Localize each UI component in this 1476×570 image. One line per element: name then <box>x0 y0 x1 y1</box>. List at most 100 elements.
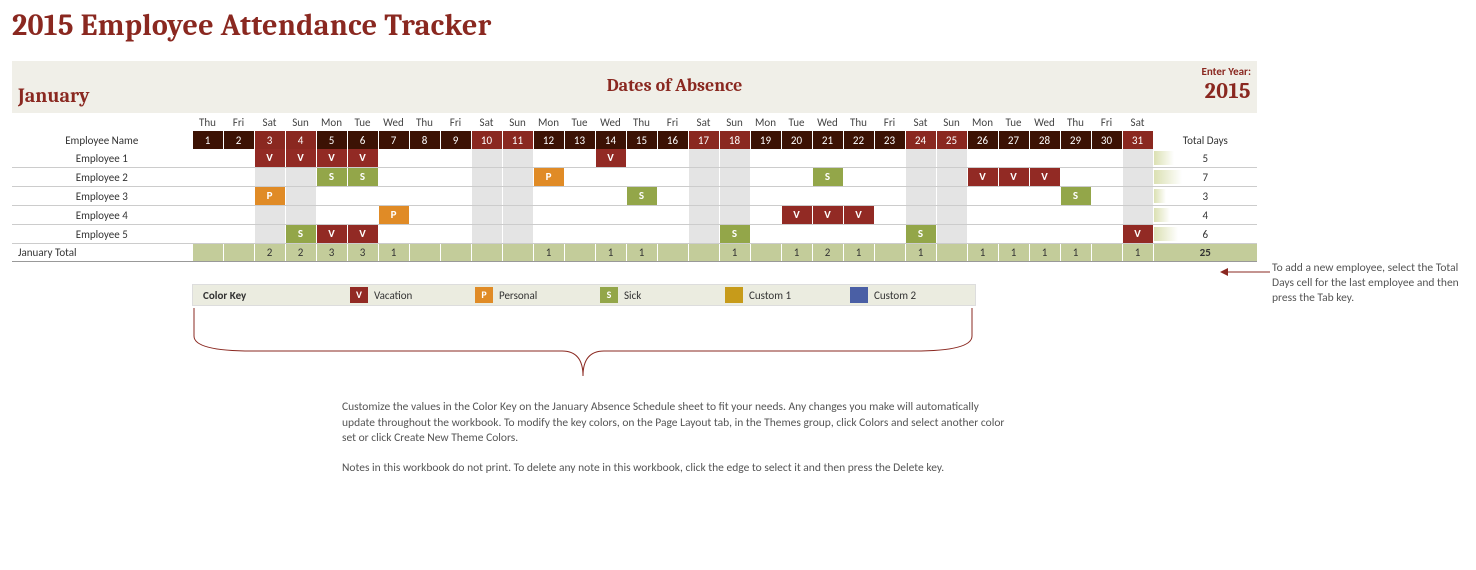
absence-cell[interactable] <box>781 225 812 244</box>
absence-cell[interactable] <box>967 149 998 168</box>
absence-cell[interactable]: P <box>254 187 285 206</box>
absence-cell[interactable]: S <box>1060 187 1091 206</box>
absence-cell[interactable] <box>688 187 719 206</box>
absence-cell[interactable] <box>471 206 502 225</box>
employee-name-cell[interactable]: Employee 5 <box>12 225 192 244</box>
absence-cell[interactable] <box>626 168 657 187</box>
absence-cell[interactable] <box>223 168 254 187</box>
absence-cell[interactable] <box>874 187 905 206</box>
absence-cell[interactable] <box>750 187 781 206</box>
total-days-cell[interactable]: 6 <box>1153 225 1257 244</box>
absence-cell[interactable]: S <box>285 225 316 244</box>
absence-cell[interactable] <box>192 206 223 225</box>
absence-cell[interactable] <box>1122 206 1153 225</box>
total-days-cell[interactable]: 3 <box>1153 187 1257 206</box>
absence-cell[interactable] <box>1029 149 1060 168</box>
absence-cell[interactable] <box>595 187 626 206</box>
absence-cell[interactable] <box>409 168 440 187</box>
absence-cell[interactable] <box>502 187 533 206</box>
absence-cell[interactable] <box>378 187 409 206</box>
absence-cell[interactable]: V <box>812 206 843 225</box>
absence-cell[interactable] <box>471 187 502 206</box>
absence-cell[interactable] <box>874 168 905 187</box>
absence-cell[interactable] <box>967 187 998 206</box>
absence-cell[interactable] <box>874 225 905 244</box>
absence-cell[interactable]: V <box>1122 225 1153 244</box>
absence-cell[interactable] <box>502 206 533 225</box>
absence-cell[interactable] <box>719 149 750 168</box>
absence-cell[interactable] <box>440 206 471 225</box>
absence-cell[interactable] <box>719 168 750 187</box>
absence-cell[interactable] <box>409 187 440 206</box>
absence-cell[interactable] <box>1060 149 1091 168</box>
absence-cell[interactable] <box>1122 149 1153 168</box>
absence-cell[interactable] <box>440 225 471 244</box>
absence-cell[interactable] <box>843 225 874 244</box>
absence-cell[interactable]: V <box>998 168 1029 187</box>
absence-cell[interactable] <box>1091 149 1122 168</box>
total-days-cell[interactable]: 4 <box>1153 206 1257 225</box>
absence-cell[interactable] <box>409 149 440 168</box>
total-days-cell[interactable]: 7 <box>1153 168 1257 187</box>
absence-cell[interactable] <box>657 149 688 168</box>
absence-cell[interactable] <box>378 168 409 187</box>
absence-cell[interactable] <box>1091 187 1122 206</box>
absence-cell[interactable] <box>533 187 564 206</box>
absence-cell[interactable] <box>564 187 595 206</box>
absence-cell[interactable] <box>316 206 347 225</box>
absence-cell[interactable] <box>564 206 595 225</box>
absence-cell[interactable] <box>192 168 223 187</box>
absence-cell[interactable]: V <box>316 149 347 168</box>
absence-cell[interactable] <box>657 206 688 225</box>
absence-cell[interactable] <box>533 149 564 168</box>
absence-cell[interactable]: P <box>378 206 409 225</box>
absence-cell[interactable] <box>688 225 719 244</box>
absence-cell[interactable] <box>843 187 874 206</box>
absence-cell[interactable] <box>254 206 285 225</box>
absence-cell[interactable] <box>905 168 936 187</box>
absence-cell[interactable] <box>688 206 719 225</box>
absence-cell[interactable] <box>843 168 874 187</box>
absence-cell[interactable]: S <box>316 168 347 187</box>
absence-cell[interactable] <box>905 149 936 168</box>
absence-cell[interactable] <box>998 187 1029 206</box>
total-days-cell[interactable]: 5 <box>1153 149 1257 168</box>
absence-cell[interactable] <box>936 187 967 206</box>
absence-cell[interactable] <box>843 149 874 168</box>
absence-cell[interactable] <box>657 225 688 244</box>
year-value[interactable]: 2015 <box>1201 78 1251 104</box>
absence-cell[interactable] <box>254 168 285 187</box>
attendance-table[interactable]: ThuFriSatSunMonTueWedThuFriSatSunMonTueW… <box>12 113 1257 262</box>
employee-name-cell[interactable]: Employee 2 <box>12 168 192 187</box>
absence-cell[interactable] <box>998 206 1029 225</box>
absence-cell[interactable] <box>502 225 533 244</box>
absence-cell[interactable] <box>1060 225 1091 244</box>
employee-name-cell[interactable]: Employee 4 <box>12 206 192 225</box>
absence-cell[interactable] <box>595 168 626 187</box>
absence-cell[interactable] <box>719 187 750 206</box>
absence-cell[interactable] <box>285 187 316 206</box>
absence-cell[interactable] <box>750 168 781 187</box>
absence-cell[interactable] <box>254 225 285 244</box>
absence-cell[interactable] <box>905 187 936 206</box>
absence-cell[interactable] <box>812 187 843 206</box>
absence-cell[interactable]: V <box>316 225 347 244</box>
absence-cell[interactable] <box>440 168 471 187</box>
absence-cell[interactable] <box>533 225 564 244</box>
absence-cell[interactable]: S <box>626 187 657 206</box>
absence-cell[interactable]: S <box>719 225 750 244</box>
absence-cell[interactable] <box>812 225 843 244</box>
absence-cell[interactable] <box>905 206 936 225</box>
absence-cell[interactable] <box>1122 168 1153 187</box>
absence-cell[interactable] <box>1091 225 1122 244</box>
absence-cell[interactable] <box>223 225 254 244</box>
absence-cell[interactable] <box>409 225 440 244</box>
absence-cell[interactable] <box>967 225 998 244</box>
absence-cell[interactable] <box>285 168 316 187</box>
absence-cell[interactable] <box>1060 206 1091 225</box>
absence-cell[interactable] <box>626 206 657 225</box>
absence-cell[interactable]: V <box>254 149 285 168</box>
absence-cell[interactable] <box>440 149 471 168</box>
absence-cell[interactable]: V <box>285 149 316 168</box>
absence-cell[interactable] <box>874 206 905 225</box>
